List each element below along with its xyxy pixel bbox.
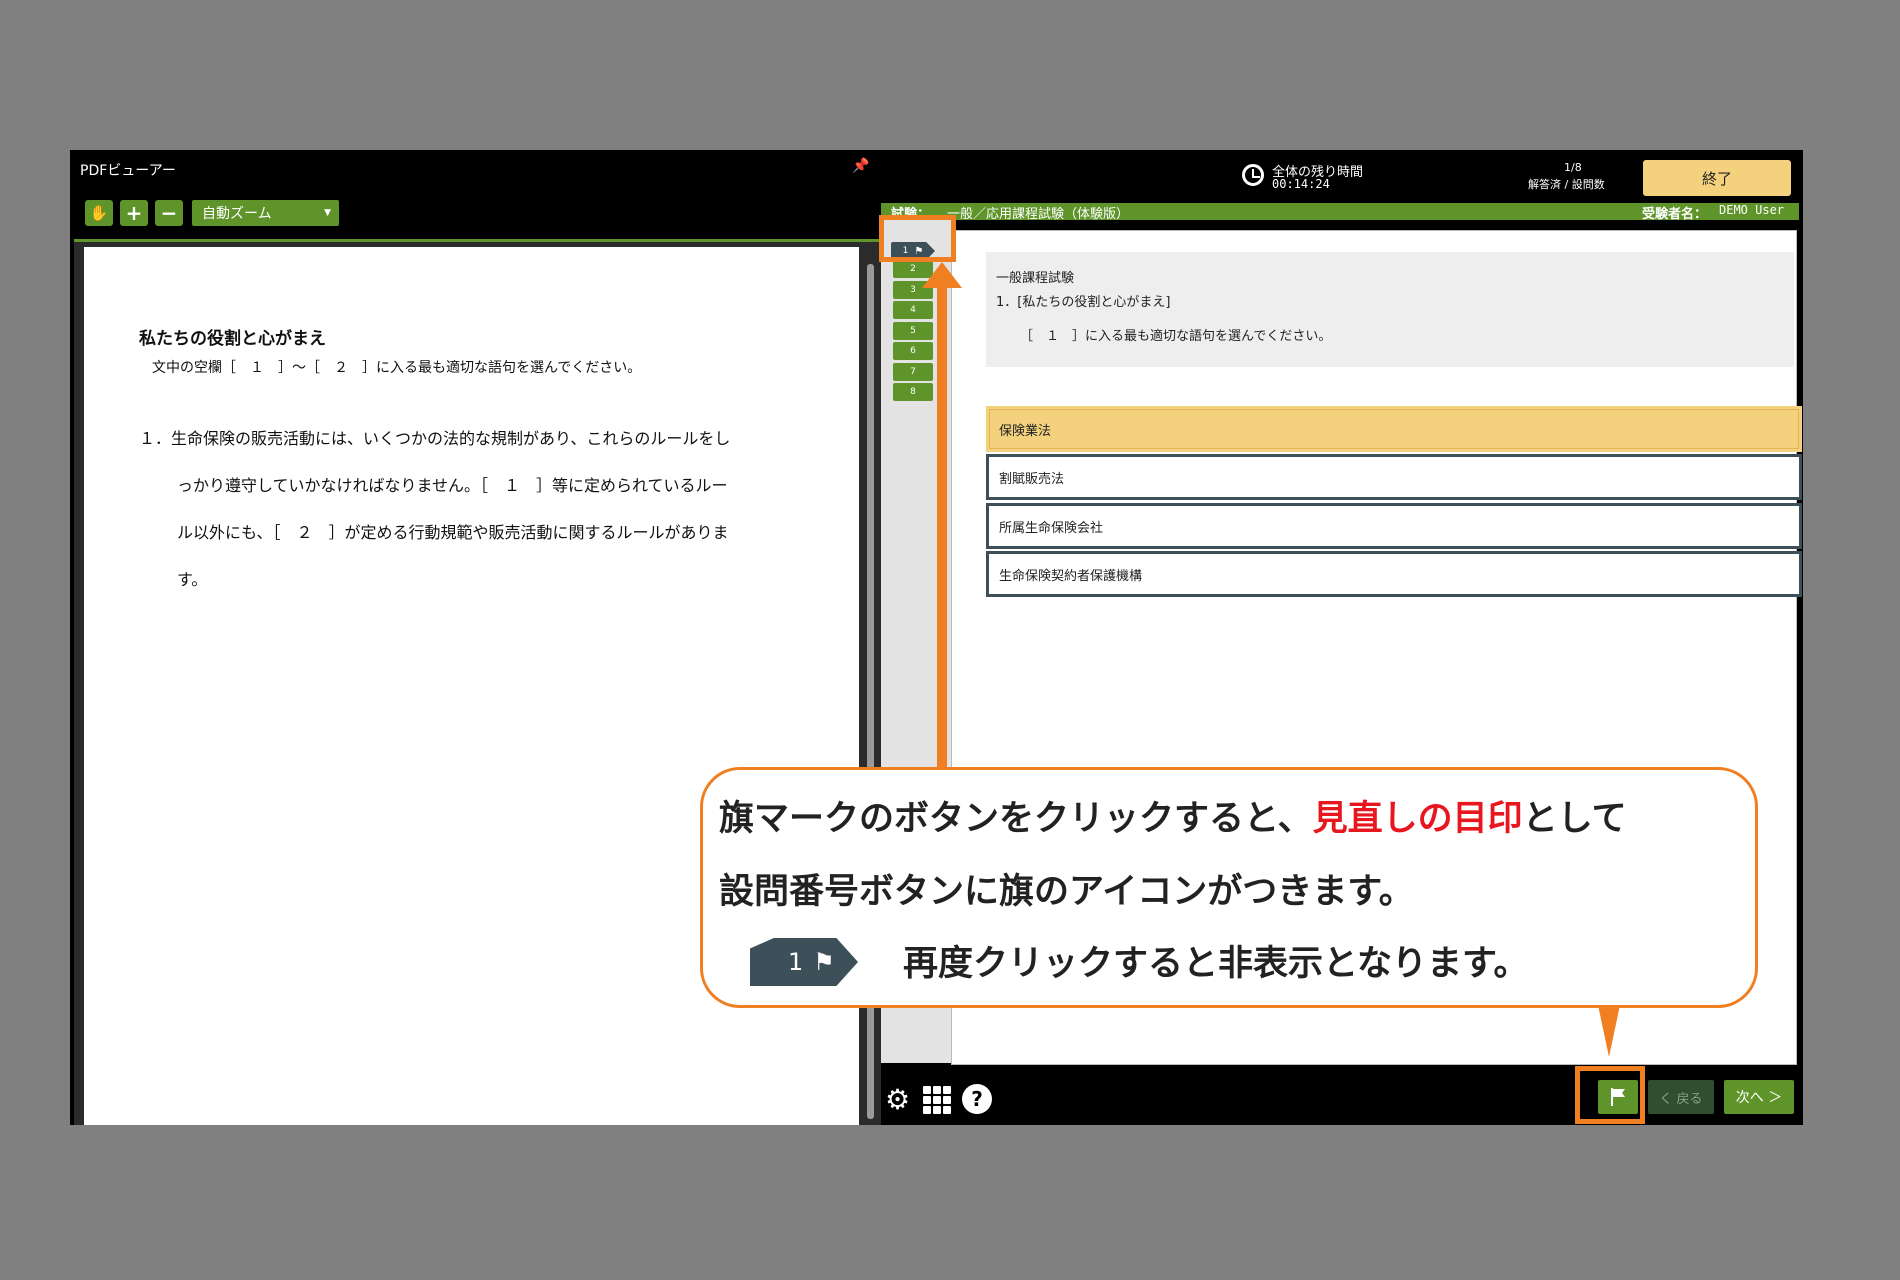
arrow-line bbox=[937, 286, 947, 770]
zoom-select[interactable]: 自動ズーム ▼ bbox=[192, 200, 339, 226]
hand-tool-button[interactable]: ✋ bbox=[85, 200, 113, 226]
chevron-down-icon: ▼ bbox=[324, 208, 331, 218]
question-text: ［ １ ］に入る最も適切な語句を選んでください。 bbox=[1020, 329, 1332, 344]
minus-icon: − bbox=[160, 201, 178, 225]
pdf-instruction: 文中の空欄［ １ ］～［ ２ ］に入る最も適切な語句を選んでください。 bbox=[152, 360, 642, 376]
gear-icon[interactable]: ⚙ bbox=[885, 1083, 910, 1116]
callout-box: 旗マークのボタンをクリックすると、見直しの目印として 設問番号ボタンに旗のアイコ… bbox=[700, 767, 1758, 1008]
question-button-4[interactable]: 4 bbox=[893, 301, 933, 319]
question-flag-highlight bbox=[879, 215, 956, 262]
arrow-up-icon bbox=[922, 262, 962, 288]
callout-line-1: 旗マークのボタンをクリックすると、見直しの目印として bbox=[719, 790, 1627, 841]
examinee-label: 受験者名： bbox=[1642, 207, 1708, 222]
badge-number: 1 bbox=[788, 948, 804, 976]
answer-option-3[interactable]: 所属生命保険会社 bbox=[986, 503, 1802, 549]
answered-count: 1/8 bbox=[1564, 161, 1582, 174]
zoom-in-button[interactable]: + bbox=[120, 200, 148, 226]
pdf-body-line: ル以外にも、［ ２ ］が定める行動規範や販売活動に関するルールがありま bbox=[177, 523, 729, 542]
callout-line-2: 設問番号ボタンに旗のアイコンがつきます。 bbox=[719, 872, 1414, 912]
callout-text: 旗マークのボタンをクリックすると、 bbox=[719, 799, 1313, 839]
question-button-5[interactable]: 5 bbox=[893, 322, 933, 340]
callout-pointer bbox=[1598, 1005, 1620, 1057]
question-title: 1．[私たちの役割と心がまえ] bbox=[996, 295, 1171, 310]
flag-icon: ⚑ bbox=[813, 948, 835, 976]
back-button[interactable]: く 戻る bbox=[1648, 1080, 1714, 1114]
exam-name: 一般／応用課程試験（体験版） bbox=[947, 207, 1130, 222]
answer-option-2[interactable]: 割賦販売法 bbox=[986, 454, 1802, 500]
next-button[interactable]: 次へ ＞ bbox=[1724, 1080, 1794, 1114]
help-icon[interactable]: ? bbox=[962, 1084, 992, 1114]
callout-text: として bbox=[1522, 799, 1627, 839]
remaining-time-value: 00:14:24 bbox=[1272, 177, 1330, 191]
pdf-body-text: １．生命保険の販売活動には、いくつかの法的な規制があり、これらのルールをし っか… bbox=[139, 415, 819, 603]
pdf-body-line: っかり遵守していかなければなりません。［ １ ］等に定められているルー bbox=[177, 476, 728, 495]
zoom-select-value: 自動ズーム bbox=[202, 206, 272, 222]
question-button-7[interactable]: 7 bbox=[893, 363, 933, 381]
hand-icon: ✋ bbox=[89, 204, 109, 222]
pdf-viewer-title: PDFビューアー bbox=[80, 163, 176, 179]
answer-option-1[interactable]: 保険業法 bbox=[986, 406, 1802, 452]
question-box: 一般課程試験 1．[私たちの役割と心がまえ] ［ １ ］に入る最も適切な語句を選… bbox=[986, 252, 1794, 367]
question-button-6[interactable]: 6 bbox=[893, 342, 933, 360]
grid-icon[interactable] bbox=[923, 1086, 951, 1114]
examinee-name: DEMO User bbox=[1719, 203, 1785, 217]
exam-info-bar: 試験： 一般／応用課程試験（体験版） 受験者名： DEMO User bbox=[881, 203, 1799, 222]
pin-icon[interactable]: 📌 bbox=[852, 158, 869, 174]
answer-option-4[interactable]: 生命保険契約者保護機構 bbox=[986, 551, 1802, 597]
plus-icon: + bbox=[125, 201, 143, 225]
callout-line-3: 再度クリックすると非表示となります。 bbox=[903, 944, 1529, 984]
end-exam-button[interactable]: 終了 bbox=[1643, 160, 1791, 196]
flagged-question-badge: 1 ⚑ bbox=[750, 938, 858, 986]
question-category: 一般課程試験 bbox=[996, 271, 1075, 286]
clock-icon bbox=[1242, 164, 1264, 186]
pdf-body-line: す。 bbox=[177, 570, 208, 589]
pdf-body-line: １．生命保険の販売活動には、いくつかの法的な規制があり、これらのルールをし bbox=[139, 429, 731, 448]
zoom-out-button[interactable]: − bbox=[155, 200, 183, 226]
callout-emphasis: 見直しの目印 bbox=[1312, 799, 1523, 839]
question-button-8[interactable]: 8 bbox=[893, 383, 933, 401]
answered-count-label: 解答済 / 設問数 bbox=[1528, 178, 1605, 191]
pdf-heading: 私たちの役割と心がまえ bbox=[139, 329, 326, 349]
flag-button-highlight bbox=[1575, 1066, 1645, 1124]
